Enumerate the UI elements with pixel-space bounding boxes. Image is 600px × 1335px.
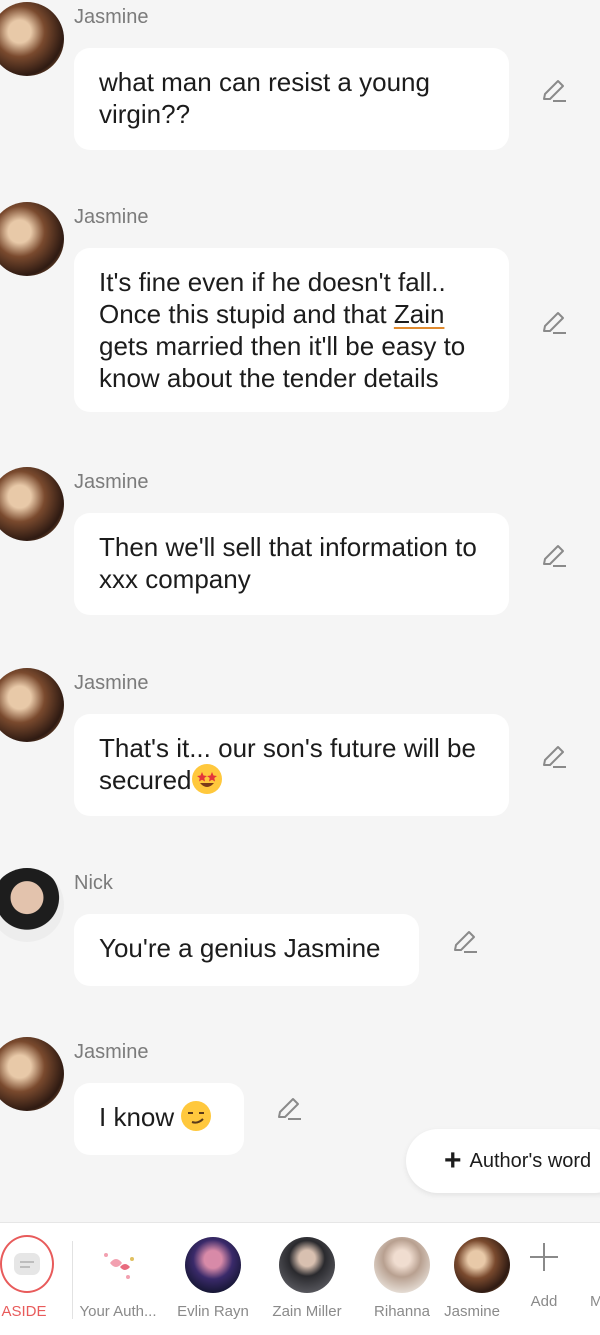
tab-label: ASIDE: [1, 1303, 47, 1320]
aside-icon: [0, 1235, 54, 1293]
message-bubble[interactable]: I know: [74, 1083, 244, 1155]
sender-name: Jasmine: [74, 1041, 149, 1063]
message-bubble[interactable]: That's it... our son's future will be se…: [74, 714, 509, 816]
tab-label: More: [590, 1293, 600, 1310]
tab-label: Add: [530, 1293, 558, 1310]
tab-more[interactable]: More: [590, 1223, 600, 1335]
add-plus-icon: [528, 1241, 560, 1273]
tab-add[interactable]: Add: [497, 1223, 591, 1335]
star-struck-emoji-icon: [191, 764, 222, 794]
sender-name: Jasmine: [74, 471, 149, 493]
edit-pencil-icon[interactable]: [541, 543, 567, 569]
sender-name: Jasmine: [74, 206, 149, 228]
authors-word-label: Author's word: [469, 1149, 592, 1172]
jasmine-avatar[interactable]: [0, 1037, 64, 1111]
tab-zain-miller[interactable]: Zain Miller: [260, 1223, 354, 1335]
authors-word-button[interactable]: + Author's word: [406, 1129, 600, 1193]
tab-jasmine[interactable]: Jasmine: [432, 1223, 510, 1335]
message-text: what man can resist a young virgin??: [99, 67, 430, 129]
jasmine-avatar[interactable]: [0, 2, 64, 76]
message-bubble[interactable]: Then we'll sell that information to xxx …: [74, 513, 509, 615]
smirk-emoji-icon: [181, 1101, 212, 1131]
highlighted-name-link[interactable]: Zain: [394, 299, 445, 329]
sender-name: Nick: [74, 872, 113, 894]
jasmine-avatar[interactable]: [0, 668, 64, 742]
message-bubble[interactable]: It's fine even if he doesn't fall.. Once…: [74, 248, 509, 412]
edit-pencil-icon[interactable]: [541, 744, 567, 770]
sender-name: Jasmine: [74, 6, 149, 28]
message-text: I know: [99, 1102, 182, 1132]
tab-label: Zain Miller: [272, 1303, 342, 1320]
author-sticker-icon: [90, 1237, 146, 1293]
tab-label: Jasmine: [444, 1303, 500, 1320]
edit-pencil-icon[interactable]: [541, 310, 567, 336]
tab-aside[interactable]: ASIDE: [0, 1223, 74, 1335]
jasmine-avatar[interactable]: [0, 467, 64, 541]
message-bubble[interactable]: You're a genius Jasmine: [74, 914, 419, 986]
chat-area: Jasmine what man can resist a young virg…: [0, 0, 600, 1222]
edit-pencil-icon[interactable]: [452, 929, 478, 955]
message-text: gets married then it'll be easy to know …: [99, 331, 466, 393]
tab-label: Your Auth...: [79, 1303, 157, 1320]
tab-your-author[interactable]: Your Auth...: [71, 1223, 165, 1335]
character-tab-bar: ASIDE Your Auth... Evlin Rayn Zain Mille…: [0, 1222, 600, 1335]
sender-name: Jasmine: [74, 672, 149, 694]
zain-miller-avatar: [279, 1237, 335, 1293]
tab-evlin-rayn[interactable]: Evlin Rayn: [166, 1223, 260, 1335]
message-text: You're a genius Jasmine: [99, 933, 381, 963]
message-text: Then we'll sell that information to xxx …: [99, 532, 477, 594]
message-bubble[interactable]: what man can resist a young virgin??: [74, 48, 509, 150]
edit-pencil-icon[interactable]: [276, 1096, 302, 1122]
nick-avatar[interactable]: [0, 868, 64, 942]
rihanna-avatar: [374, 1237, 430, 1293]
plus-icon: +: [444, 1144, 462, 1177]
evlin-rayn-avatar: [185, 1237, 241, 1293]
edit-pencil-icon[interactable]: [541, 78, 567, 104]
jasmine-avatar[interactable]: [0, 202, 64, 276]
tab-label: Evlin Rayn: [177, 1303, 249, 1320]
message-text: That's it... our son's future will be se…: [99, 733, 476, 795]
